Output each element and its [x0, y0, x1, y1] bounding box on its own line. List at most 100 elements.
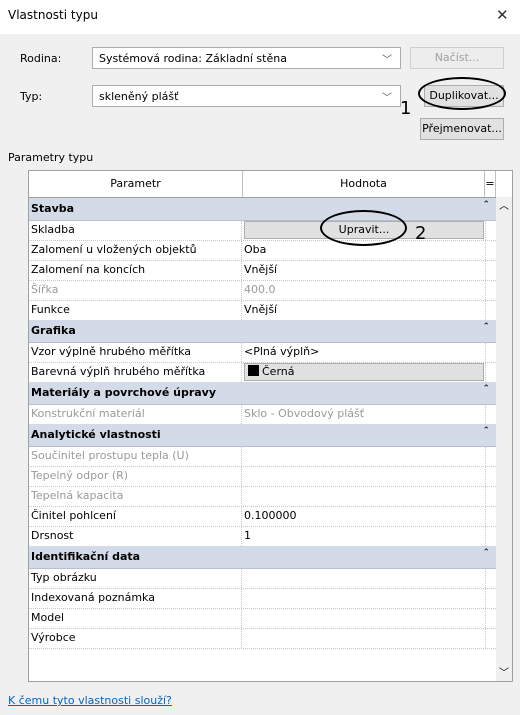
formula-cell	[485, 404, 496, 424]
formula-cell	[485, 568, 496, 588]
formula-cell	[485, 466, 496, 486]
category-title: Grafika	[31, 324, 76, 337]
formula-cell	[485, 526, 496, 546]
table-row[interactable]: Konstrukční materiál Sklo - Obvodový pláš…	[29, 404, 496, 425]
parameter-value[interactable]	[244, 568, 484, 588]
scroll-down-icon[interactable]: ﹀	[499, 664, 509, 679]
parameter-value[interactable]: 0.100000	[244, 506, 484, 526]
table-row[interactable]: Výrobce	[29, 628, 496, 649]
table-row[interactable]: Model	[29, 608, 496, 629]
category-header[interactable]: Identifikační data ⌃	[29, 546, 496, 569]
parameter-name: Šířka	[31, 280, 242, 300]
annotation-number-2: 2	[415, 223, 427, 244]
table-row[interactable]: Tepelný odpor (R)	[29, 466, 496, 487]
parameter-value[interactable]	[244, 608, 484, 628]
table-row[interactable]: Šířka 400.0	[29, 280, 496, 301]
table-row[interactable]: Funkce Vnější	[29, 300, 496, 321]
title-bar: Vlastnosti typu ✕	[0, 0, 520, 34]
table-row[interactable]: Drsnost 1	[29, 526, 496, 547]
formula-cell	[485, 280, 496, 300]
parameter-value[interactable]: Vnější	[244, 260, 484, 280]
table-row[interactable]: Typ obrázku	[29, 568, 496, 589]
formula-cell	[485, 446, 496, 466]
formula-cell	[485, 588, 496, 608]
scroll-up-icon[interactable]: ︿	[499, 197, 509, 212]
table-row[interactable]: Tepelná kapacita	[29, 486, 496, 507]
color-button[interactable]: Černá	[244, 363, 484, 381]
category-header[interactable]: Analytické vlastnosti ⌃	[29, 424, 496, 447]
parameter-name: Model	[31, 608, 242, 628]
table-row[interactable]: Barevná výplň hrubého měřítka Černá	[29, 362, 496, 383]
formula-cell	[485, 628, 496, 648]
table-header: Parametr Hodnota =	[29, 171, 512, 198]
parameter-value: Sklo - Obvodový plášť	[244, 407, 365, 420]
parameter-name: Vzor výplně hrubého měřítka	[31, 342, 242, 362]
chevron-down-icon: ﹀	[382, 55, 392, 66]
parameter-value[interactable]: Vnější	[244, 300, 484, 320]
family-value: Systémová rodina: Základní stěna	[99, 52, 287, 65]
formula-cell	[485, 342, 496, 362]
type-label: Typ:	[20, 90, 43, 103]
vertical-scrollbar[interactable]: ︿ ﹀	[496, 197, 512, 681]
collapse-icon[interactable]: ⌃	[482, 322, 490, 332]
parameter-name: Tepelná kapacita	[31, 486, 242, 506]
parameter-value	[244, 446, 484, 466]
column-header-parameter[interactable]: Parametr	[29, 171, 243, 197]
category-title: Stavba	[31, 202, 75, 215]
category-header[interactable]: Stavba ⌃	[29, 198, 496, 221]
parameter-value[interactable]: 1	[244, 526, 484, 546]
window-title: Vlastnosti typu	[8, 8, 98, 22]
table-row[interactable]: Součinitel prostupu tepla (U)	[29, 446, 496, 467]
category-header[interactable]: Materiály a povrchové úpravy ⌃	[29, 382, 496, 405]
parameter-value[interactable]	[244, 628, 484, 648]
family-select[interactable]: Systémová rodina: Základní stěna ﹀	[92, 47, 401, 69]
annotation-ellipse-1	[418, 77, 506, 110]
parameter-name: Výrobce	[31, 628, 242, 648]
parameter-value[interactable]	[244, 588, 484, 608]
table-row[interactable]: Indexovaná poznámka	[29, 588, 496, 609]
parameter-name: Tepelný odpor (R)	[31, 466, 242, 486]
parameter-value	[244, 466, 484, 486]
parameter-value: 400.0	[244, 283, 276, 296]
collapse-icon[interactable]: ⌃	[482, 200, 490, 210]
collapse-icon[interactable]: ⌃	[482, 548, 490, 558]
type-value: skleněný plášť	[99, 90, 179, 103]
parameter-name: Skladba	[31, 220, 242, 240]
formula-cell	[485, 608, 496, 628]
parameter-value[interactable]: <Plná výplň>	[244, 342, 484, 362]
table-row[interactable]: Zalomení na koncích Vnější	[29, 260, 496, 281]
parameter-name: Činitel pohlcení	[31, 506, 242, 526]
close-icon[interactable]: ✕	[496, 6, 509, 24]
parameter-name: Konstrukční materiál	[31, 404, 242, 424]
collapse-icon[interactable]: ⌃	[482, 384, 490, 394]
parameters-table: Parametr Hodnota = Stavba ⌃ Skladba Upravit…	[28, 170, 513, 682]
color-swatch	[248, 365, 259, 376]
type-select[interactable]: skleněný plášť ﹀	[92, 85, 401, 107]
category-title: Identifikační data	[31, 550, 141, 563]
category-title: Materiály a povrchové úpravy	[31, 386, 217, 399]
section-label: Parametry typu	[8, 151, 94, 164]
formula-cell	[485, 506, 496, 526]
formula-cell	[485, 486, 496, 506]
category-title: Analytické vlastnosti	[31, 428, 161, 441]
parameter-name: Indexovaná poznámka	[31, 588, 242, 608]
chevron-down-icon: ﹀	[382, 93, 392, 104]
category-header[interactable]: Grafika ⌃	[29, 320, 496, 343]
parameter-name: Zalomení u vložených objektů	[31, 240, 242, 260]
table-row[interactable]: Činitel pohlcení 0.100000	[29, 506, 496, 527]
annotation-number-1: 1	[400, 98, 412, 119]
parameter-name: Zalomení na koncích	[31, 260, 242, 280]
family-label: Rodina:	[20, 52, 62, 65]
collapse-icon[interactable]: ⌃	[482, 426, 490, 436]
color-name: Černá	[262, 365, 295, 378]
parameter-name: Drsnost	[31, 526, 242, 546]
formula-cell	[485, 220, 496, 240]
load-button[interactable]: Načíst...	[410, 47, 504, 69]
table-row[interactable]: Vzor výplně hrubého měřítka <Plná výplň>	[29, 342, 496, 363]
parameter-name: Součinitel prostupu tepla (U)	[31, 446, 242, 466]
help-link[interactable]: K čemu tyto vlastnosti slouží?	[8, 694, 172, 707]
rename-button[interactable]: Přejmenovat...	[420, 118, 504, 140]
formula-cell	[485, 260, 496, 280]
column-header-value[interactable]: Hodnota	[243, 171, 485, 197]
formula-cell	[485, 362, 496, 382]
